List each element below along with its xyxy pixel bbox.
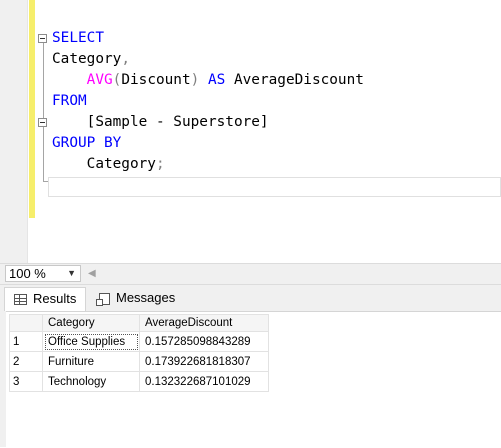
- code-token: Discount: [121, 72, 191, 88]
- cell-averagediscount[interactable]: 0.173922681818307: [139, 351, 269, 372]
- zoom-value: 100 %: [9, 266, 46, 281]
- tab-results-label: Results: [33, 291, 77, 306]
- fold-guide-line: [43, 42, 44, 182]
- code-token: ,: [121, 51, 130, 67]
- code-line[interactable]: AVG(Discount) AS AverageDiscount: [52, 70, 364, 91]
- table-row[interactable]: 2 Furniture 0.173922681818307: [9, 351, 269, 372]
- code-token: Category: [52, 156, 156, 172]
- code-line[interactable]: Category,: [52, 49, 364, 70]
- tab-messages[interactable]: Messages: [90, 287, 182, 311]
- tab-results[interactable]: Results: [4, 287, 86, 311]
- code-token: Category: [52, 51, 122, 67]
- table-row[interactable]: 1 Office Supplies 0.157285098843289: [9, 331, 269, 352]
- code-token: ): [190, 72, 200, 88]
- cell-averagediscount[interactable]: 0.132322687101029: [139, 371, 269, 392]
- table-row[interactable]: 3 Technology 0.132322687101029: [9, 371, 269, 392]
- code-token: [Sample - Superstore]: [52, 114, 269, 130]
- cell-category[interactable]: Furniture: [42, 351, 140, 372]
- results-tabs: Results Messages: [0, 285, 501, 311]
- collapse-select-icon[interactable]: [38, 34, 47, 43]
- row-number[interactable]: 3: [9, 371, 43, 392]
- code-line[interactable]: [Sample - Superstore]: [52, 112, 364, 133]
- code-token: AS: [199, 72, 234, 88]
- code-token: ;: [155, 156, 165, 172]
- sql-code[interactable]: SELECT Category, AVG(Discount) AS Average…: [52, 28, 364, 196]
- code-line[interactable]: GROUP BY: [52, 133, 364, 154]
- messages-icon: [96, 292, 110, 306]
- code-token: SELECT: [52, 30, 104, 46]
- code-token: AVG: [86, 72, 113, 88]
- editor-left-margin: [0, 0, 28, 263]
- cell-averagediscount[interactable]: 0.157285098843289: [139, 331, 269, 352]
- zoom-dropdown[interactable]: 100 % ▼: [5, 265, 81, 282]
- results-grid[interactable]: Category AverageDiscount 1 Office Suppli…: [9, 314, 269, 392]
- code-line[interactable]: Category;: [52, 154, 364, 175]
- collapse-group-icon[interactable]: [38, 118, 47, 127]
- row-number[interactable]: 2: [9, 351, 43, 372]
- query-editor[interactable]: SELECT Category, AVG(Discount) AS Average…: [0, 0, 501, 263]
- chevron-down-icon[interactable]: ▼: [67, 266, 76, 281]
- cell-category[interactable]: Technology: [42, 371, 140, 392]
- triangle-left-icon[interactable]: ◀: [88, 268, 96, 279]
- grid-icon: [14, 294, 27, 306]
- results-panel: Results Messages Category AverageDiscoun…: [0, 285, 501, 448]
- zoom-bar: 100 % ▼ ◀: [0, 263, 501, 285]
- code-line[interactable]: FROM: [52, 91, 364, 112]
- row-number[interactable]: 1: [9, 331, 43, 352]
- grid-header-row: Category AverageDiscount: [9, 314, 269, 332]
- code-line[interactable]: [52, 175, 364, 196]
- code-token: GROUP BY: [52, 135, 122, 151]
- code-token: AverageDiscount: [233, 72, 364, 88]
- results-grid-pane: Category AverageDiscount 1 Office Suppli…: [6, 311, 501, 448]
- code-line[interactable]: SELECT: [52, 28, 364, 49]
- tab-messages-label: Messages: [116, 290, 176, 305]
- row-number-header[interactable]: [9, 314, 43, 332]
- cell-category[interactable]: Office Supplies: [42, 331, 140, 352]
- column-header-averagediscount[interactable]: AverageDiscount: [139, 314, 269, 332]
- code-token: FROM: [52, 93, 87, 109]
- change-tracking-bar: [29, 0, 35, 218]
- column-header-category[interactable]: Category: [42, 314, 140, 332]
